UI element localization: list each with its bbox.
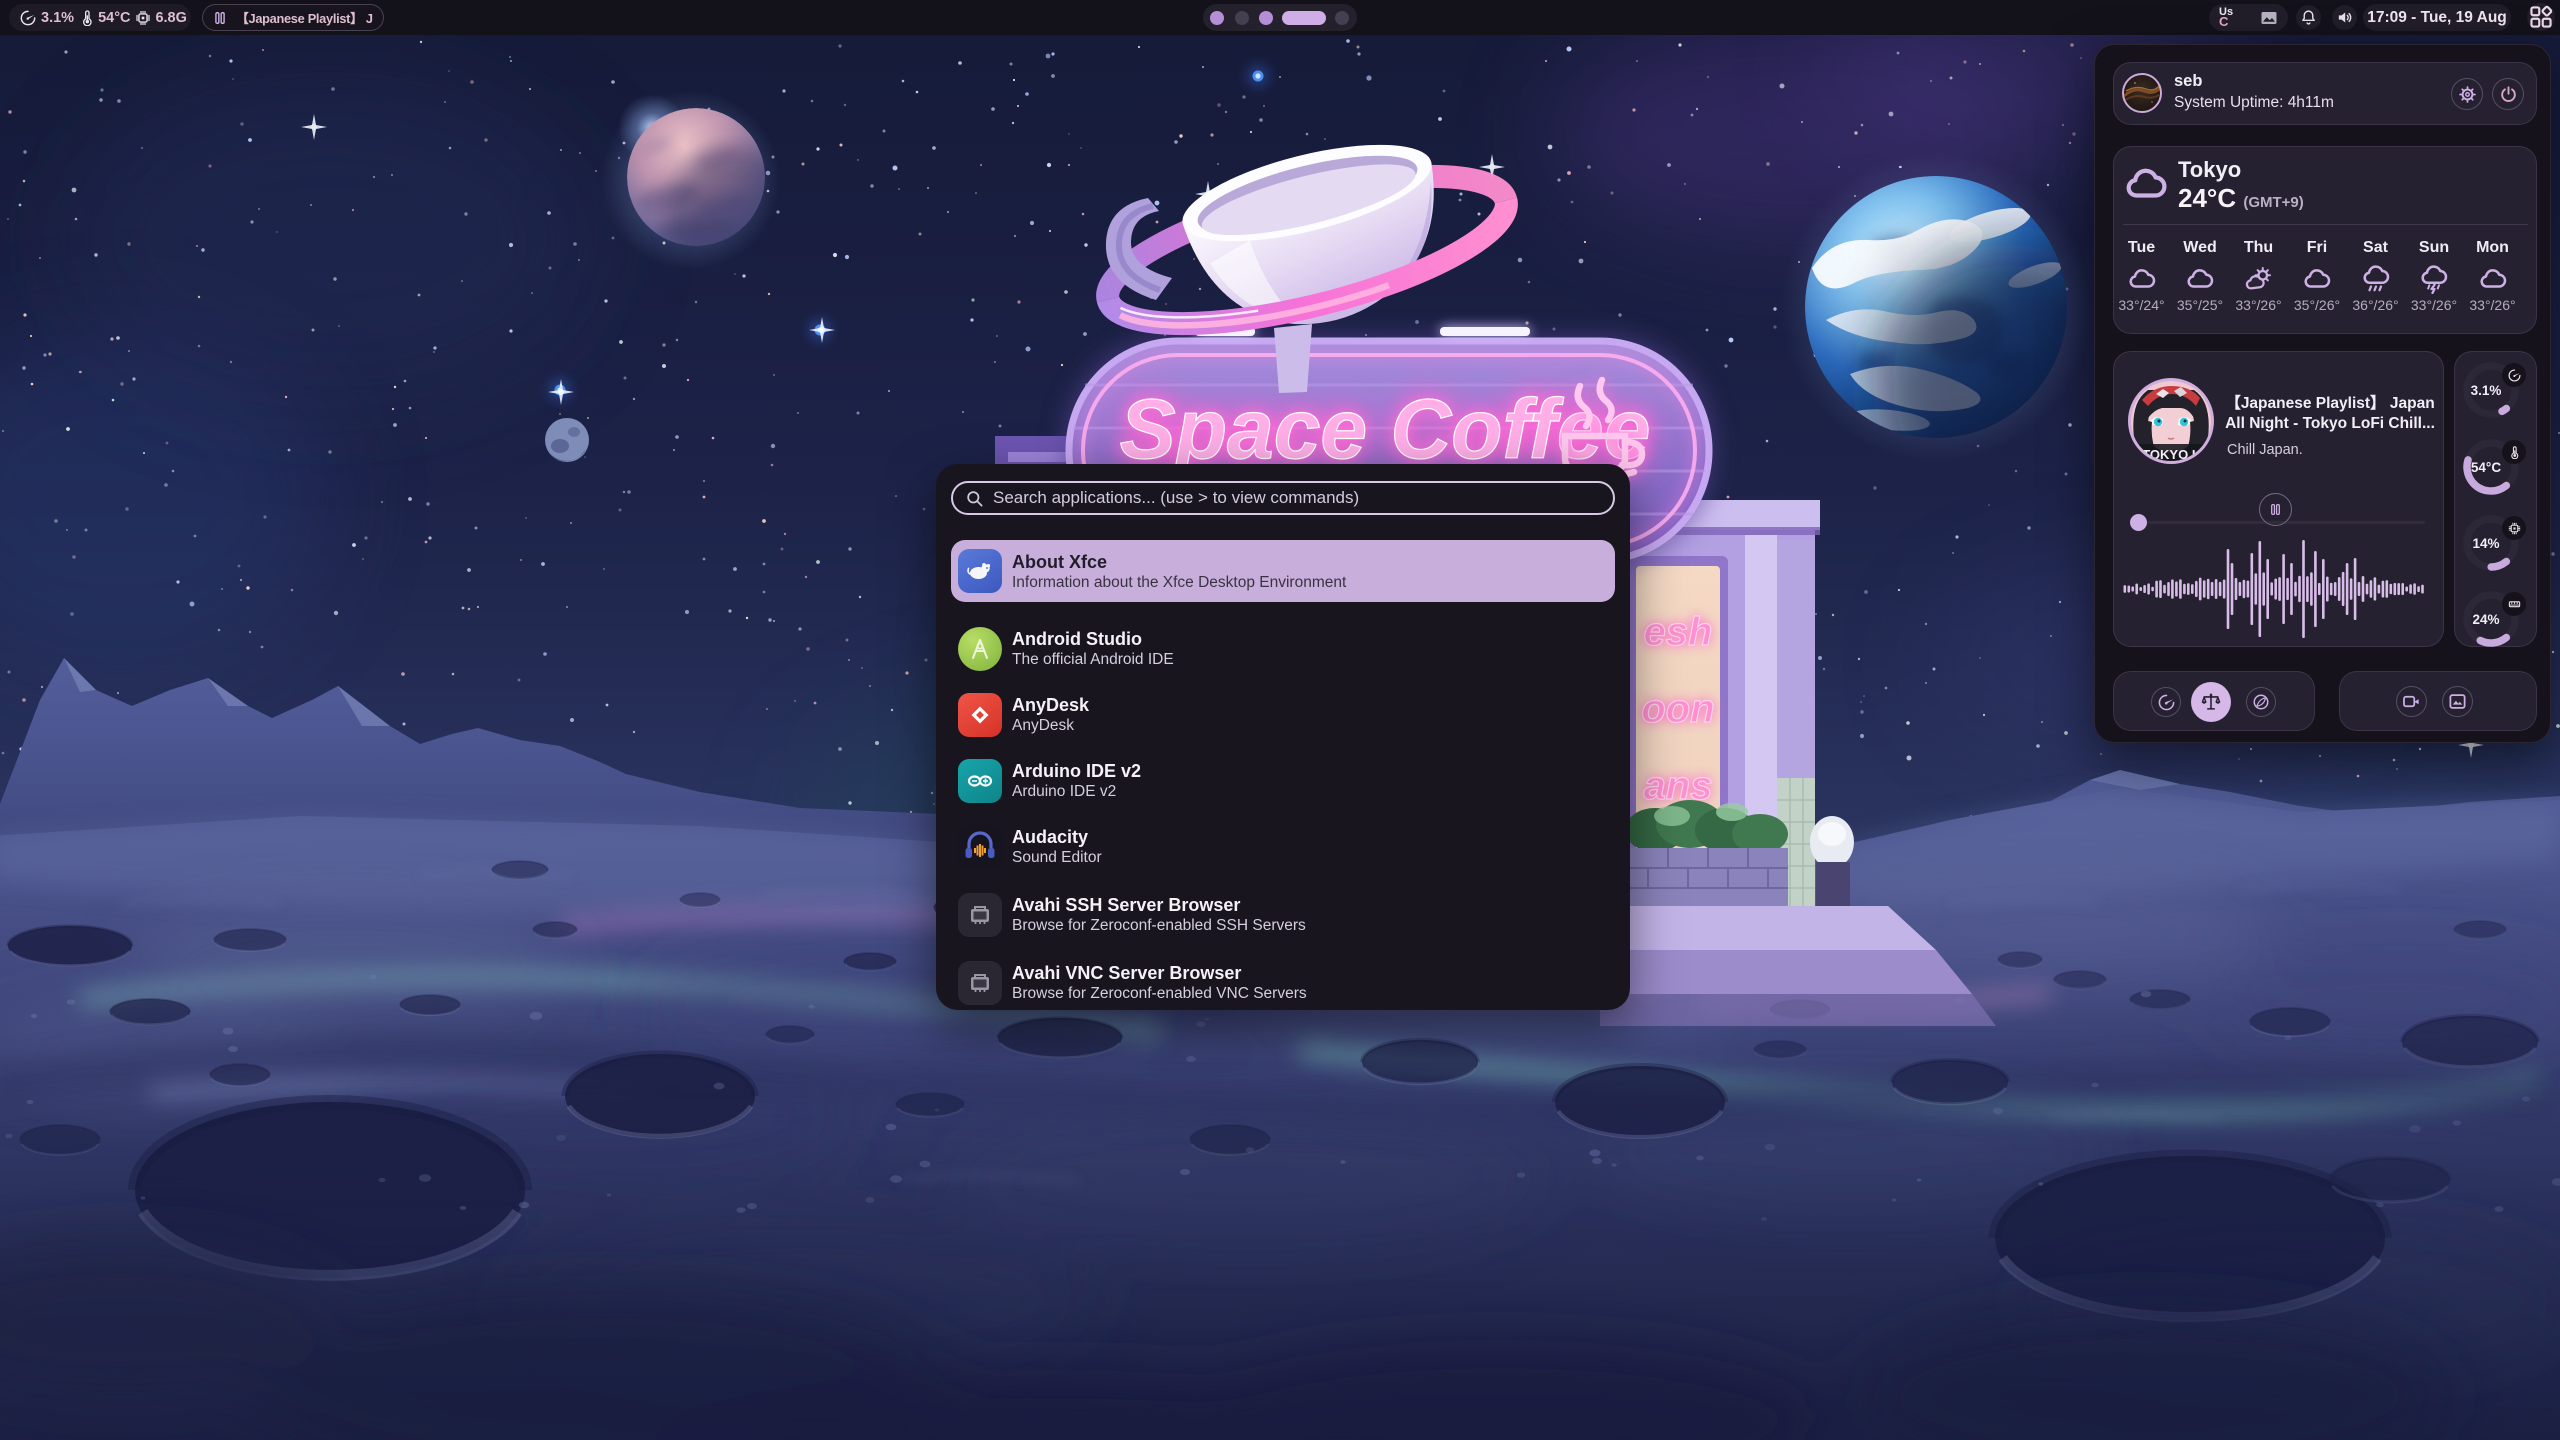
svg-text:esh: esh [1644, 610, 1713, 654]
svg-text:oon: oon [1641, 687, 1714, 731]
svg-text:TOKYO L: TOKYO L [2142, 447, 2200, 462]
svg-text:Space Coffee: Space Coffee [1120, 382, 1651, 476]
svg-text:ans: ans [1644, 764, 1713, 808]
